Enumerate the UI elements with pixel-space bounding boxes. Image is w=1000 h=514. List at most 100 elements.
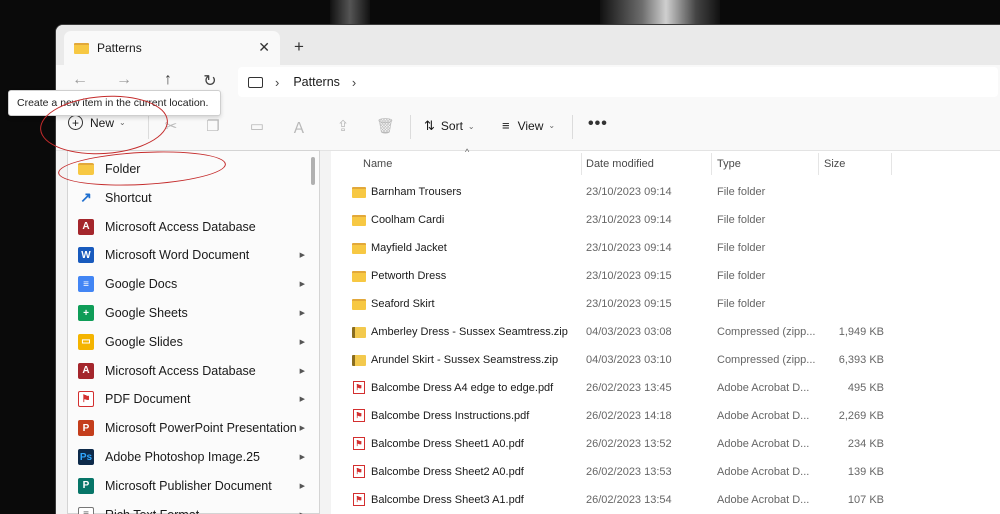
view-label: View (517, 118, 544, 133)
menu-item-label: Google Sheets (105, 306, 188, 320)
powerpoint-icon: P (78, 420, 94, 437)
file-row[interactable]: ⚑ Balcombe Dress A4 edge to edge.pdf 26/02… (331, 375, 1000, 403)
menu-item-google-docs[interactable]: ≡ Google Docs ▶ (68, 270, 308, 298)
menu-item-label: Google Docs (105, 277, 178, 292)
toolbar-divider (410, 115, 411, 139)
menu-item-label: PDF Document (105, 392, 191, 407)
arrow-right-icon[interactable]: → (112, 71, 136, 89)
file-row[interactable]: ⚑ Balcombe Dress Sheet2 A0.pdf 26/02/2023 … (331, 459, 1000, 487)
menu-item-folder[interactable]: Folder (68, 155, 308, 183)
column-divider[interactable] (581, 153, 582, 175)
folder-icon (352, 215, 366, 226)
monitor-icon[interactable] (248, 76, 263, 88)
refresh-icon[interactable]: ↻ (198, 71, 222, 91)
menu-item-google-slides[interactable]: ▭ Google Slides ▶ (68, 328, 308, 356)
column-divider[interactable] (818, 153, 819, 175)
submenu-arrow-icon: ▶ (299, 281, 305, 289)
pdf-icon: ⚑ (353, 437, 365, 450)
column-header-type[interactable]: Type (717, 151, 741, 177)
menu-scrollbar[interactable] (311, 157, 315, 185)
new-button-tooltip: Create a new item in the current locatio… (8, 90, 221, 116)
close-icon[interactable]: ✕ (258, 39, 270, 56)
new-button[interactable]: + New ⌄ (68, 115, 126, 130)
chevron-down-icon: ⌄ (548, 121, 556, 130)
file-row[interactable]: Petworth Dress 23/10/2023 09:15 File folde… (331, 263, 1000, 291)
file-row[interactable]: Mayfield Jacket 23/10/2023 09:14 File fold… (331, 235, 1000, 263)
chevron-right-icon[interactable]: › (275, 75, 279, 90)
sort-label: Sort (440, 119, 463, 133)
file-row[interactable]: ⚑ Balcombe Dress Sheet3 A1.pdf 26/02/2023 … (331, 487, 1000, 514)
file-row[interactable]: Arundel Skirt - Sussex Seamstress.zip 04/… (331, 347, 1000, 375)
paste-icon[interactable]: ▭ (248, 117, 266, 135)
file-row[interactable]: ⚑ Balcombe Dress Instructions.pdf 26/02/20… (331, 403, 1000, 431)
google-sheets-icon: + (78, 305, 94, 321)
plus-icon[interactable]: + (294, 37, 304, 57)
more-options-button[interactable]: ••• (588, 115, 608, 133)
arrow-left-icon[interactable]: ← (68, 71, 92, 89)
menu-item-shortcut[interactable]: ↗ Shortcut (68, 184, 308, 212)
menu-item-label: Rich Text Format (105, 508, 199, 514)
address-bar[interactable]: › Patterns › (238, 67, 998, 97)
file-row[interactable]: Barnham Trousers 23/10/2023 09:14 File fol… (331, 179, 1000, 207)
menu-item-microsoft-word-document[interactable]: W Microsoft Word Document ▶ (68, 241, 308, 269)
file-type: File folder (717, 298, 766, 310)
file-size: 6,393 KB (838, 354, 884, 366)
file-date: 23/10/2023 09:15 (586, 298, 672, 310)
menu-item-label: Microsoft Word Document (105, 248, 250, 263)
delete-icon[interactable]: 🗑︎ (376, 117, 395, 135)
file-row[interactable]: Coolham Cardi 23/10/2023 09:14 File folder (331, 207, 1000, 235)
file-row[interactable]: Seaford Skirt 23/10/2023 09:15 File folder (331, 291, 1000, 319)
file-type: Adobe Acrobat D... (717, 410, 810, 422)
file-date: 26/02/2023 13:52 (586, 438, 672, 450)
column-divider[interactable] (711, 153, 712, 175)
menu-item-microsoft-publisher-document[interactable]: P Microsoft Publisher Document ▶ (68, 472, 308, 500)
cut-icon[interactable]: ✂ (162, 117, 180, 135)
file-name: Balcombe Dress A4 edge to edge.pdf (371, 382, 554, 394)
breadcrumb-patterns[interactable]: Patterns (293, 75, 340, 89)
sort-button[interactable]: ⇅ Sort ⌄ (424, 118, 475, 134)
column-header-date[interactable]: Date modified (586, 151, 654, 177)
submenu-arrow-icon: ▶ (299, 338, 305, 346)
menu-item-label: Microsoft Access Database (105, 219, 256, 234)
column-header-size[interactable]: Size (824, 151, 845, 177)
file-row[interactable]: Amberley Dress - Sussex Seamtress.zip 04/… (331, 319, 1000, 347)
folder-icon (74, 42, 89, 54)
menu-item-pdf-document[interactable]: ⚑ PDF Document ▶ (68, 385, 308, 413)
menu-item-microsoft-access-database[interactable]: A Microsoft Access Database (68, 213, 308, 241)
pdf-icon: ⚑ (353, 493, 365, 506)
arrow-up-icon[interactable]: ↑ (156, 71, 180, 89)
file-name: Arundel Skirt - Sussex Seamstress.zip (371, 354, 559, 366)
file-size: 1,949 KB (838, 326, 884, 338)
file-size: 234 KB (847, 438, 884, 450)
column-divider[interactable] (891, 153, 892, 175)
rename-icon[interactable]: Ａ (290, 117, 308, 137)
menu-item-adobe-photoshop-image-25[interactable]: Ps Adobe Photoshop Image.25 ▶ (68, 443, 308, 471)
file-type: Adobe Acrobat D... (717, 438, 810, 450)
file-name: Mayfield Jacket (371, 242, 447, 254)
submenu-arrow-icon: ▶ (299, 310, 305, 317)
file-row[interactable]: ⚑ Balcombe Dress Sheet1 A0.pdf 26/02/2023 … (331, 431, 1000, 459)
publisher-icon: P (78, 477, 94, 494)
file-date: 23/10/2023 09:15 (586, 270, 672, 282)
chevron-right-icon[interactable]: › (352, 75, 356, 90)
view-button[interactable]: ≡ View ⌄ (502, 118, 555, 133)
add-circle-icon: + (68, 115, 83, 130)
file-date: 26/02/2023 13:53 (586, 466, 672, 478)
submenu-arrow-icon: ▶ (299, 454, 305, 461)
submenu-arrow-icon: ▶ (299, 367, 305, 375)
google-slides-icon: ▭ (78, 333, 94, 350)
access-icon: A (78, 218, 94, 235)
menu-item-microsoft-access-database[interactable]: A Microsoft Access Database ▶ (68, 357, 308, 385)
file-list: ^ Name Date modified Type Size Barnham T… (331, 147, 1000, 514)
menu-item-rich-text-format[interactable]: ≡ Rich Text Format ▶ (68, 501, 308, 514)
zip-icon (352, 327, 366, 338)
file-type: Compressed (zipp... (717, 354, 816, 366)
file-size: 495 KB (847, 382, 884, 394)
copy-icon[interactable]: ❐ (204, 117, 222, 135)
column-header-name[interactable]: Name (363, 151, 392, 177)
tab-patterns[interactable]: Patterns ✕ (64, 31, 280, 65)
share-icon[interactable]: ⇪ (334, 117, 352, 135)
menu-item-microsoft-powerpoint-presentation[interactable]: P Microsoft PowerPoint Presentation ▶ (68, 414, 308, 442)
menu-item-google-sheets[interactable]: + Google Sheets ▶ (68, 299, 308, 327)
new-button-label: New (90, 115, 115, 130)
